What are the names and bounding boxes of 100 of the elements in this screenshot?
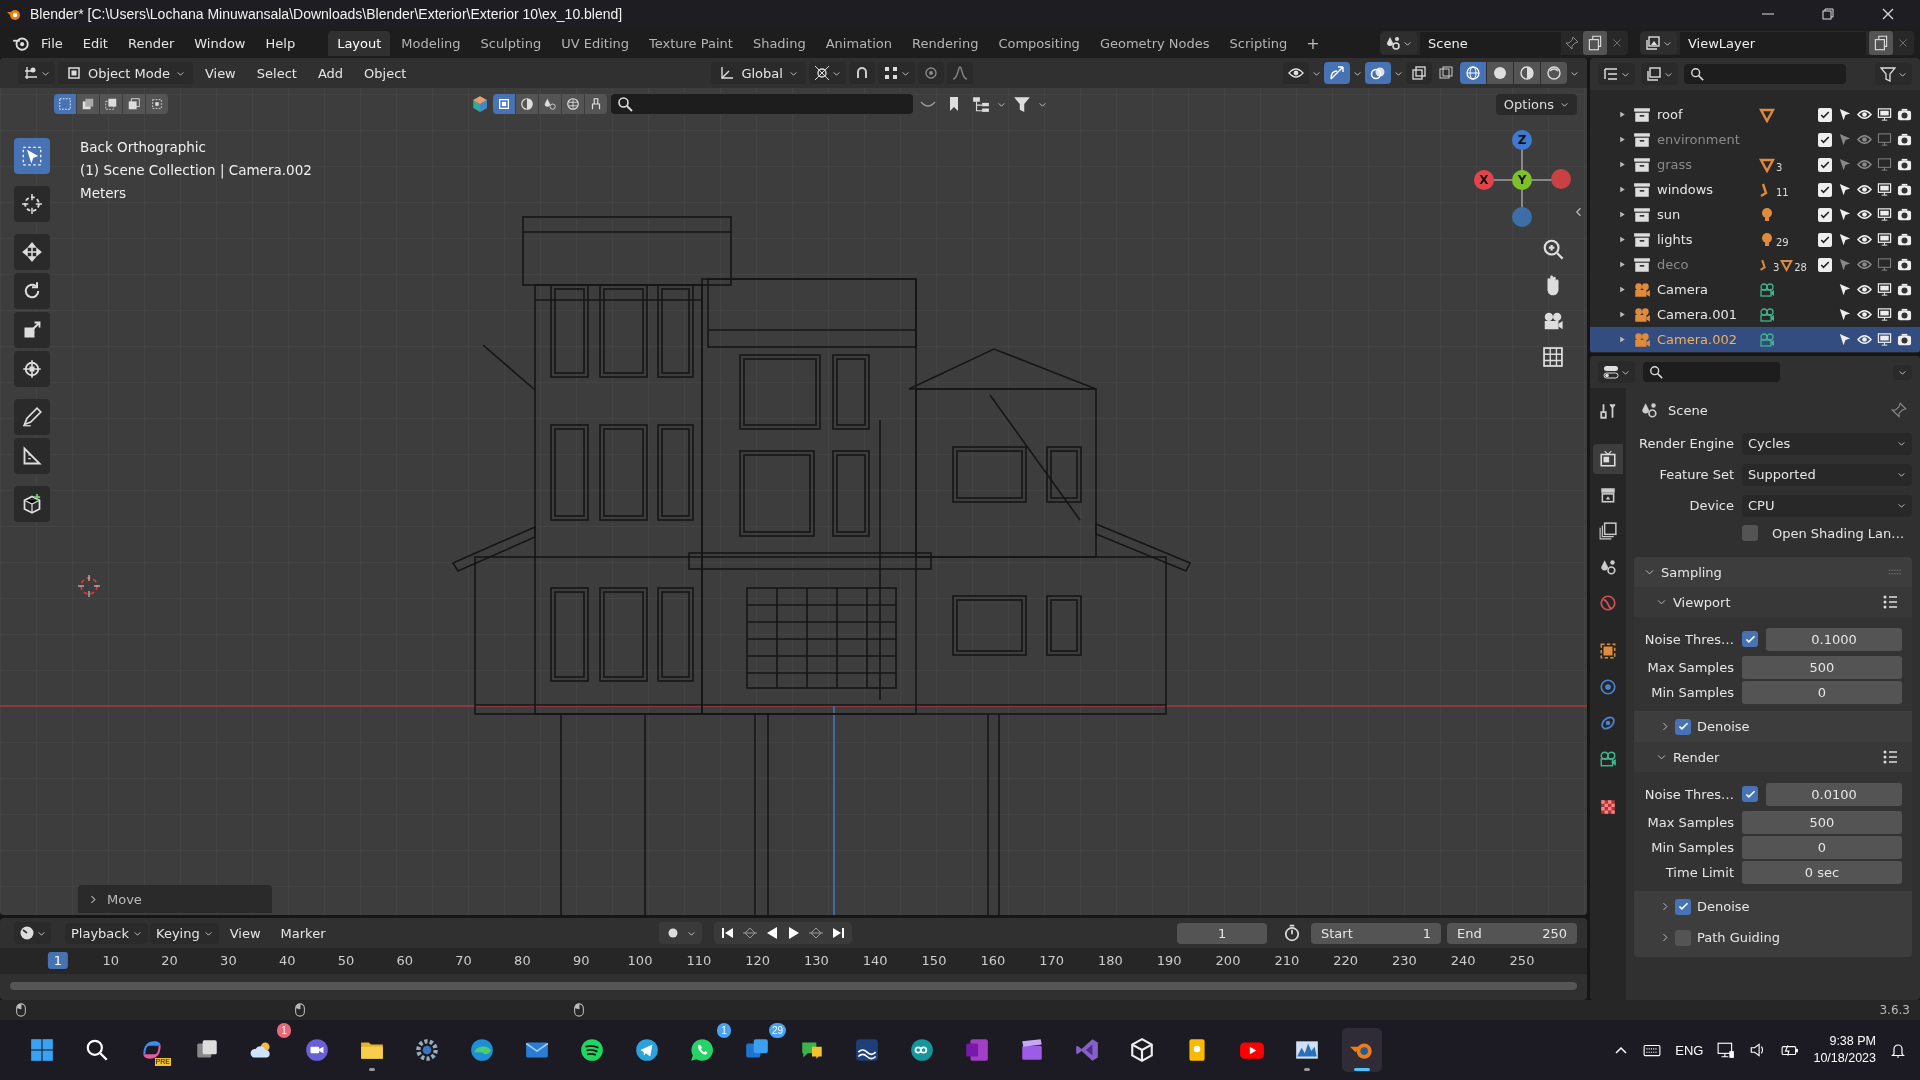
workspace-tab[interactable]: Scripting — [1220, 30, 1297, 56]
frame-number: 210 — [1273, 952, 1301, 969]
field-label: Render Engine — [1638, 436, 1734, 451]
outliner-item-name: Camera.002 — [1657, 330, 1738, 349]
subpanel-title[interactable]: Denoise — [1697, 899, 1750, 914]
number-field[interactable]: 0 — [1742, 836, 1902, 859]
field-label: Max Samples — [1646, 815, 1734, 830]
subpanel-title[interactable]: Viewport — [1673, 594, 1731, 610]
frame-number: 90 — [571, 952, 591, 969]
item-count: 3 — [1772, 261, 1780, 273]
workspace-tab[interactable]: Geometry Nodes — [1090, 30, 1219, 56]
outliner-row[interactable]: roof — [1590, 102, 1920, 127]
menu-item[interactable]: View — [195, 62, 245, 84]
dropdown[interactable]: Cycles — [1742, 432, 1912, 455]
current-frame-indicator[interactable]: 1 — [47, 952, 68, 969]
outliner-row[interactable]: environment — [1590, 127, 1920, 152]
frame-number: 140 — [861, 952, 889, 969]
menu-dropdown[interactable]: Playback — [65, 922, 148, 944]
axis-handle[interactable]: Z — [1512, 130, 1532, 150]
outliner-row[interactable]: sun — [1590, 202, 1920, 227]
axis-handle[interactable]: X — [1474, 170, 1494, 190]
outliner-row[interactable]: deco 3 28 — [1590, 252, 1920, 277]
add-workspace-button[interactable]: + — [1298, 31, 1328, 55]
outliner-row[interactable]: Camera — [1590, 277, 1920, 302]
viewport-info-text: Meters — [80, 184, 128, 203]
panel-title[interactable]: Sampling — [1661, 564, 1722, 580]
clock-date[interactable]: 10/18/2023 — [1813, 1050, 1876, 1067]
end-frame-field[interactable]: End 250 — [1447, 922, 1577, 944]
outliner-item-name: sun — [1657, 205, 1682, 224]
outliner-item-name: deco — [1657, 255, 1690, 274]
start-frame-field[interactable]: Start 1 — [1311, 922, 1441, 944]
outliner-row[interactable]: lights 29 — [1590, 227, 1920, 252]
subpanel-title[interactable]: Denoise — [1697, 719, 1750, 734]
workspace-tab[interactable]: Rendering — [903, 30, 988, 56]
item-count: 11 — [1776, 186, 1789, 198]
menu-item[interactable]: Add — [308, 62, 353, 84]
menu-dropdown[interactable]: Keying — [150, 922, 219, 944]
view-layer-field[interactable]: ViewLayer — [1680, 31, 1866, 55]
menu-item[interactable]: Select — [247, 62, 306, 84]
frame-number: 160 — [979, 952, 1007, 969]
options-dropdown[interactable]: Options — [1495, 93, 1577, 115]
notification-badge: 29 — [768, 1023, 786, 1038]
workspace-tab[interactable]: Modeling — [392, 30, 470, 56]
workspace-tab[interactable]: Texture Paint — [640, 30, 742, 56]
number-field[interactable]: 500 — [1742, 656, 1902, 679]
frame-number: 50 — [336, 952, 356, 969]
scene-field[interactable]: Scene — [1420, 31, 1561, 55]
dropdown[interactable]: Supported — [1742, 463, 1912, 486]
last-operator-panel[interactable]: Move — [78, 885, 272, 913]
clock-time[interactable]: 9:38 PM — [1829, 1033, 1876, 1050]
outliner-item-name: Camera — [1657, 280, 1710, 299]
language-indicator[interactable]: ENG — [1675, 1042, 1704, 1058]
menu-item[interactable]: Edit — [73, 32, 117, 54]
orientation-dropdown[interactable]: Global — [711, 62, 806, 84]
number-field[interactable]: 0 sec — [1742, 861, 1902, 884]
menu-item[interactable]: Render — [118, 32, 184, 54]
workspace-tab[interactable]: UV Editing — [552, 30, 638, 56]
field-label: Noise Thres… — [1643, 786, 1734, 802]
axis-handle[interactable]: Y — [1512, 170, 1532, 190]
frame-number: 170 — [1038, 952, 1065, 969]
frame-number: 80 — [513, 952, 532, 969]
current-frame-field[interactable]: 1 — [1177, 922, 1267, 944]
outliner-row[interactable]: grass 3 — [1590, 152, 1920, 177]
3d-viewport[interactable]: Object Mode View Select Add Object Global Options Back Orthographic (1) Scene Collection | Camera.002 Meters Z X Y Move — [0, 58, 1587, 915]
frame-number: 110 — [685, 952, 713, 969]
outliner-row[interactable]: windows 11 — [1590, 177, 1920, 202]
subpanel-title[interactable]: Render — [1673, 749, 1720, 765]
mode-dropdown[interactable]: Object Mode — [58, 62, 193, 84]
workspace-tab[interactable]: Sculpting — [471, 30, 551, 56]
workspace-tab[interactable]: Compositing — [989, 30, 1089, 56]
frame-number: 200 — [1214, 952, 1242, 969]
frame-number: 20 — [160, 952, 179, 969]
number-field[interactable]: 500 — [1742, 811, 1902, 834]
number-field[interactable]: 0.1000 — [1766, 627, 1902, 651]
field-label: Feature Set — [1658, 467, 1734, 482]
workspace-tab[interactable]: Shading — [743, 30, 815, 56]
outliner-item-name: environment — [1657, 130, 1741, 149]
outliner-item-name: roof — [1657, 105, 1684, 124]
window-title: Blender* [C:\Users\Lochana Minuwansala\Downloads\Blender\Exterior\Exterior 10\ex_10.blend] — [30, 6, 623, 22]
number-field[interactable]: 0.0100 — [1766, 782, 1902, 806]
outliner-item-name: windows — [1657, 180, 1715, 199]
menu-item[interactable]: Marker — [271, 922, 335, 944]
menu-item[interactable]: View — [220, 922, 270, 944]
menu-item[interactable]: Window — [185, 32, 255, 54]
field-label: Max Samples — [1646, 660, 1734, 675]
field-label: Device — [1688, 498, 1734, 513]
dropdown[interactable]: CPU — [1742, 494, 1912, 517]
workspace-tab[interactable]: Animation — [816, 30, 901, 56]
field-label: Time Limit — [1664, 865, 1734, 880]
menu-item[interactable]: Object — [355, 62, 416, 84]
workspace-tab[interactable]: Layout — [328, 30, 391, 56]
number-field[interactable]: 0 — [1742, 681, 1902, 704]
subpanel-title[interactable]: Path Guiding — [1697, 930, 1780, 945]
outliner-row[interactable]: Camera.002 — [1590, 327, 1920, 352]
frame-number: 70 — [454, 952, 473, 969]
menu-item[interactable]: File — [32, 32, 72, 54]
menu-item[interactable]: Help — [256, 32, 305, 54]
field-label: Min Samples — [1650, 685, 1734, 700]
outliner-row[interactable]: Camera.001 — [1590, 302, 1920, 327]
frame-number: 30 — [219, 952, 238, 969]
